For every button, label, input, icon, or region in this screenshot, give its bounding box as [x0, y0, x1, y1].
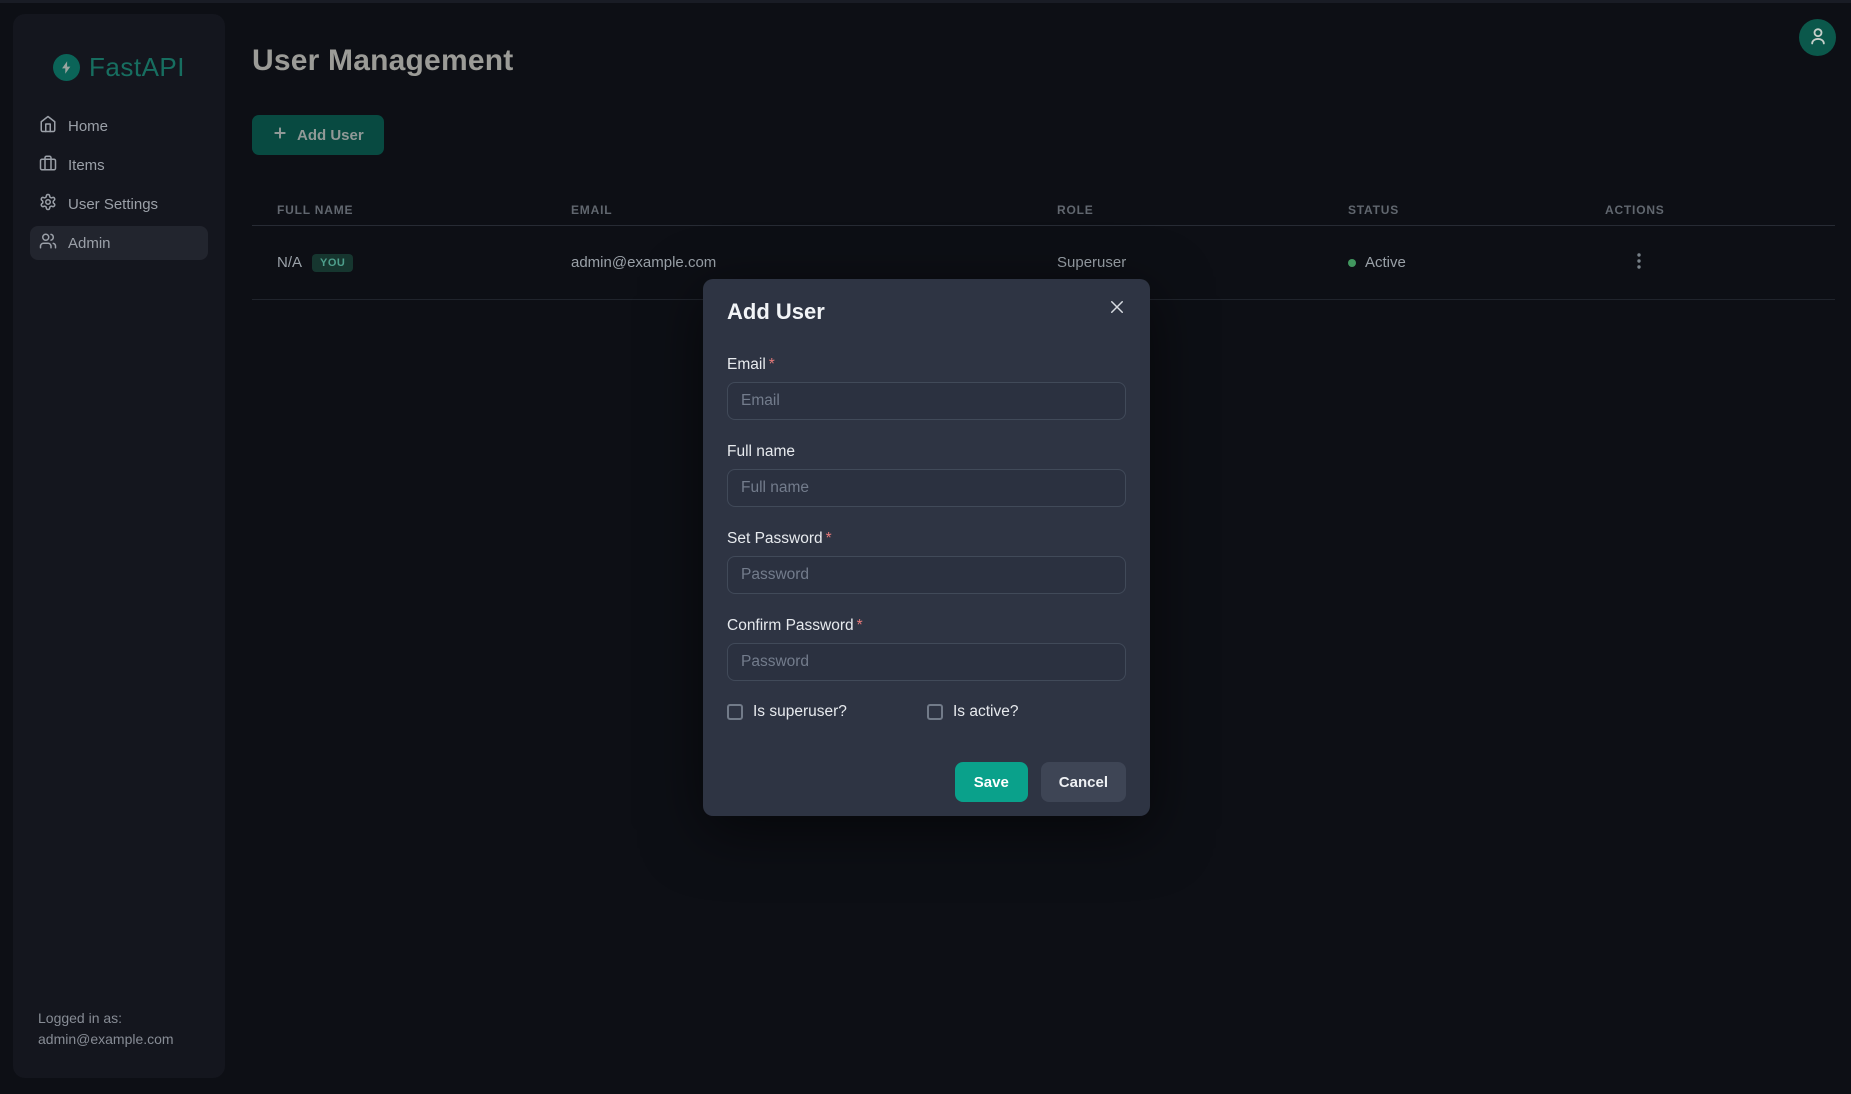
column-header-full-name: FULL NAME: [252, 194, 546, 225]
main-content: User Management Add User FULL NAME EMAIL…: [252, 0, 1835, 300]
is-active-group: Is active?: [927, 703, 1018, 721]
email-field[interactable]: [727, 382, 1126, 420]
superuser-checkbox[interactable]: [727, 704, 743, 720]
close-button[interactable]: [1104, 295, 1130, 321]
cell-actions: [1580, 226, 1835, 299]
modal-title: Add User: [727, 299, 1126, 325]
column-header-status: STATUS: [1323, 194, 1580, 225]
column-header-role: ROLE: [1032, 194, 1323, 225]
label-text: Confirm Password: [727, 617, 854, 634]
plus-icon: [272, 125, 288, 145]
cell-status: Active: [1323, 226, 1580, 299]
superuser-checkbox-label: Is superuser?: [753, 703, 847, 721]
sidebar-item-label: Items: [68, 157, 105, 174]
row-actions-button[interactable]: [1627, 249, 1651, 277]
password-field[interactable]: [727, 556, 1126, 594]
brand-logo: FastAPI: [13, 52, 225, 83]
sidebar-item-user-settings[interactable]: User Settings: [30, 187, 208, 221]
active-checkbox-label: Is active?: [953, 703, 1018, 721]
modal-footer: Save Cancel: [727, 762, 1126, 802]
label-text: Full name: [727, 443, 795, 460]
logged-in-label: Logged in as:: [38, 1008, 200, 1030]
you-badge: YOU: [312, 254, 353, 272]
full-name-label: Full name: [727, 442, 1126, 461]
logged-in-email: admin@example.com: [38, 1029, 200, 1051]
required-mark: *: [769, 356, 775, 373]
briefcase-icon: [39, 154, 57, 176]
close-icon: [1108, 298, 1126, 319]
sidebar-item-home[interactable]: Home: [30, 109, 208, 143]
page-title: User Management: [252, 44, 1835, 78]
logged-in-info: Logged in as: admin@example.com: [13, 1008, 225, 1078]
user-avatar-icon: [1808, 26, 1828, 49]
add-user-modal: Add User Email* Full name Set Password* …: [703, 279, 1150, 816]
gear-icon: [39, 193, 57, 215]
avatar-button[interactable]: [1799, 19, 1836, 56]
required-mark: *: [826, 530, 832, 547]
confirm-password-label: Confirm Password*: [727, 616, 1126, 635]
status-dot: [1348, 259, 1356, 267]
confirm-password-field[interactable]: [727, 643, 1126, 681]
users-icon: [39, 232, 57, 254]
label-text: Set Password: [727, 530, 823, 547]
add-user-button[interactable]: Add User: [252, 115, 384, 155]
active-checkbox[interactable]: [927, 704, 943, 720]
set-password-label: Set Password*: [727, 529, 1126, 548]
sidebar-item-label: User Settings: [68, 196, 158, 213]
table-header-row: FULL NAME EMAIL ROLE STATUS ACTIONS: [252, 194, 1835, 226]
kebab-icon: [1631, 251, 1647, 274]
column-header-email: EMAIL: [546, 194, 1032, 225]
home-icon: [39, 115, 57, 137]
sidebar-item-items[interactable]: Items: [30, 148, 208, 182]
full-name-field[interactable]: [727, 469, 1126, 507]
is-superuser-group: Is superuser?: [727, 703, 927, 721]
cancel-button[interactable]: Cancel: [1041, 762, 1126, 802]
sidebar-item-label: Home: [68, 118, 108, 135]
email-label: Email*: [727, 355, 1126, 374]
sidebar: FastAPI Home Items User Settings Admin: [13, 14, 225, 1078]
sidebar-item-label: Admin: [68, 235, 111, 252]
save-button[interactable]: Save: [955, 762, 1028, 802]
sidebar-nav: Home Items User Settings Admin: [13, 109, 225, 265]
column-header-actions: ACTIONS: [1580, 194, 1835, 225]
add-user-button-label: Add User: [297, 127, 364, 144]
checkbox-row: Is superuser? Is active?: [727, 703, 1126, 721]
brand-name: FastAPI: [89, 52, 185, 83]
label-text: Email: [727, 356, 766, 373]
required-mark: *: [857, 617, 863, 634]
status-value: Active: [1365, 254, 1406, 271]
cell-full-name: N/A YOU: [252, 226, 546, 299]
full-name-value: N/A: [277, 254, 302, 271]
sidebar-item-admin[interactable]: Admin: [30, 226, 208, 260]
zap-icon: [53, 54, 80, 81]
